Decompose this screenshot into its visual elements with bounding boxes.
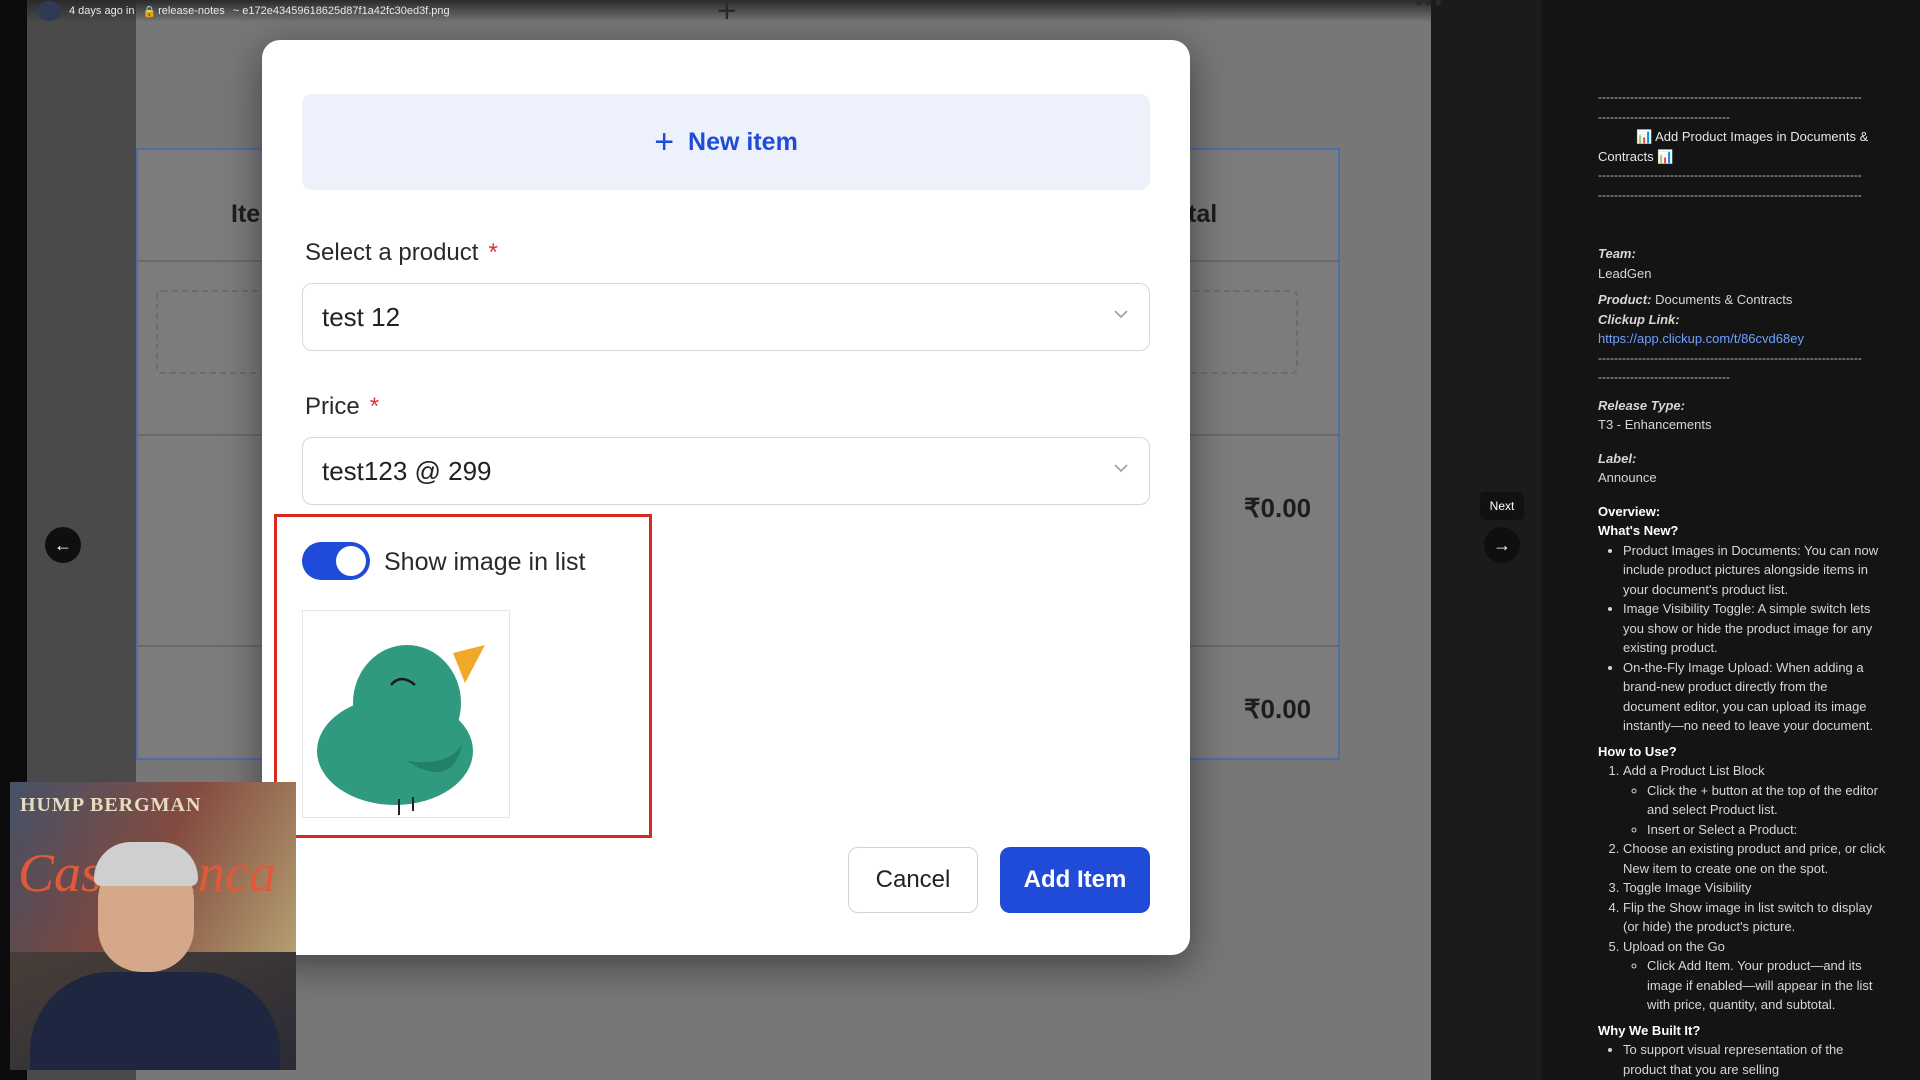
list-item: Insert or Select a Product:: [1647, 820, 1888, 840]
required-marker: *: [488, 239, 498, 266]
list-item: Add a Product List Block Click the + but…: [1623, 761, 1888, 839]
how-to-use-steps: Add a Product List Block Click the + but…: [1598, 761, 1888, 1015]
release-title-line2: Contracts: [1598, 148, 1654, 164]
list-item: Click Add Item. Your product—and its ima…: [1647, 956, 1888, 1015]
why-built-list: To support visual representation of the …: [1598, 1040, 1888, 1079]
product-line: Product: Documents & Contracts: [1598, 290, 1888, 310]
how-to-use-heading: How to Use?: [1598, 743, 1677, 759]
product-value: Documents & Contracts: [1655, 292, 1793, 307]
label-key: Label:: [1598, 450, 1637, 466]
release-title: 📊 Add Product Images in Documents & Cont…: [1598, 127, 1888, 166]
toggle-knob: [336, 546, 366, 576]
step-text: Add a Product List Block: [1623, 763, 1765, 778]
table-header-item-partial: Ite: [231, 200, 261, 228]
new-item-button[interactable]: + New item: [302, 94, 1150, 190]
price-select[interactable]: test123 @ 299: [302, 437, 1150, 505]
add-item-button[interactable]: Add Item: [1000, 847, 1150, 913]
arrow-right-icon: →: [1493, 534, 1511, 555]
team-key: Team:: [1598, 246, 1636, 261]
divider: ----------------------------------------…: [1598, 187, 1862, 202]
list-item: Image Visibility Toggle: A simple switch…: [1623, 599, 1888, 658]
chart-emoji-icon: 📊: [1657, 148, 1674, 164]
clickup-key: Clickup Link:: [1598, 311, 1680, 327]
product-field-label: Select a product *: [305, 239, 498, 267]
presenter-hair: [94, 842, 198, 886]
table-header-total-partial: tal: [1188, 200, 1218, 228]
next-image-button[interactable]: →: [1484, 527, 1520, 563]
sub-list: Click Add Item. Your product—and its ima…: [1623, 956, 1888, 1015]
step-text: Upload on the Go: [1623, 938, 1725, 954]
webcam-overlay: HUMP BERGMAN Casablanca: [10, 782, 296, 1070]
price-select-value: test123 @ 299: [322, 455, 492, 486]
file-name: ~ e172e43459618625d87f1a42fc30ed3f.png: [232, 5, 450, 17]
chart-emoji-icon: 📊: [1636, 129, 1653, 144]
list-item: Choose an existing product and price, or…: [1623, 839, 1888, 878]
whats-new-list: Product Images in Documents: You can now…: [1598, 541, 1888, 736]
poster-text: HUMP BERGMAN: [20, 794, 202, 816]
label-value: Announce: [1598, 470, 1657, 485]
divider: ----------------------------------------…: [1598, 168, 1862, 182]
release-notes-content: --------------------------------- -------…: [1598, 88, 1888, 1079]
sub-list: Click the + button at the top of the edi…: [1623, 781, 1888, 840]
avatar[interactable]: [37, 1, 61, 21]
next-tooltip: Next: [1480, 492, 1524, 520]
divider: ----------------------------------------…: [1598, 350, 1862, 365]
product-select-value: test 12: [322, 301, 401, 332]
price-label-text: Price: [305, 393, 360, 420]
row-amount: ₹0.00: [1244, 493, 1312, 523]
why-built-heading: Why We Built It?: [1598, 1022, 1701, 1038]
plus-icon: +: [654, 123, 675, 161]
cancel-button[interactable]: Cancel: [848, 847, 978, 913]
new-item-label: New item: [688, 127, 798, 156]
viewer-topbar: 4 days ago in 🔒 release-notes ~ e172e434…: [27, 0, 1442, 30]
divider: ---------------------------------: [1598, 370, 1730, 384]
chevron-down-icon: [1114, 464, 1128, 473]
divider: ----------------------------------------…: [1598, 90, 1862, 104]
channel-link[interactable]: release-notes: [158, 5, 225, 17]
plus-icon[interactable]: +: [717, 0, 737, 31]
divider: ---------------------------------: [1598, 109, 1730, 124]
list-item: On-the-Fly Image Upload: When adding a b…: [1623, 658, 1888, 736]
product-label-text: Select a product: [305, 239, 479, 266]
list-item: Flip the Show image in list switch to di…: [1623, 898, 1888, 937]
list-item: Click the + button at the top of the edi…: [1647, 781, 1888, 820]
list-item: To support visual representation of the …: [1623, 1040, 1888, 1079]
lock-icon: 🔒: [142, 5, 157, 18]
row-amount: ₹0.00: [1244, 694, 1312, 724]
release-type-key: Release Type:: [1598, 397, 1685, 413]
arrow-left-icon: ←: [54, 534, 72, 555]
post-time: 4 days ago in: [69, 5, 135, 17]
whats-new-heading: What's New?: [1598, 523, 1679, 538]
list-item: Upload on the Go Click Add Item. Your pr…: [1623, 937, 1888, 1015]
previous-image-button[interactable]: ←: [45, 527, 81, 563]
chevron-down-icon: [1114, 310, 1128, 319]
product-key: Product:: [1598, 292, 1652, 307]
show-image-toggle[interactable]: [302, 542, 370, 580]
list-item: Product Images in Documents: You can now…: [1623, 541, 1888, 600]
required-marker: *: [369, 393, 380, 420]
release-notes-panel: --------------------------------- -------…: [1542, 0, 1920, 1080]
more-icon[interactable]: •••: [1415, 0, 1444, 16]
team-value: LeadGen: [1598, 265, 1652, 281]
show-image-label: Show image in list: [384, 548, 586, 576]
presenter-body: [30, 972, 280, 1070]
product-select[interactable]: test 12: [302, 283, 1150, 351]
product-image-thumbnail: [302, 610, 510, 818]
bird-image: [317, 645, 485, 815]
release-type-value: T3 - Enhancements: [1598, 417, 1712, 432]
release-title-line1: Add Product Images in Documents &: [1655, 129, 1869, 144]
price-field-label: Price *: [305, 393, 379, 421]
clickup-link[interactable]: https://app.clickup.com/t/86cvd68ey: [1598, 329, 1888, 349]
overview-heading: Overview:: [1598, 503, 1661, 519]
list-item: Toggle Image Visibility: [1623, 878, 1888, 898]
new-product-modal: + New item Select a product * test 12 Pri…: [262, 40, 1190, 955]
